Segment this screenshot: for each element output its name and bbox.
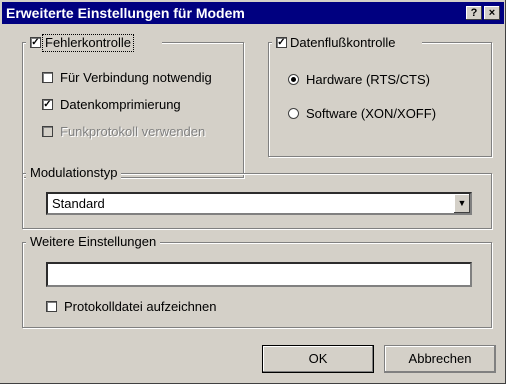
fehlerkontrolle-label: Fehlerkontrolle [42,34,134,52]
datenflusskontrolle-label: Datenflußkontrolle [290,35,396,50]
funkprotokoll-checkbox: Funkprotokoll verwenden [42,124,242,140]
fehlerkontrolle-check-icon[interactable]: ✓ [30,37,41,48]
datenkomprimierung-label: Datenkomprimierung [60,97,181,112]
protokolldatei-label: Protokolldatei aufzeichnen [64,299,217,314]
hardware-radio[interactable]: Hardware (RTS/CTS) [288,72,478,88]
modulationstyp-value: Standard [52,196,105,211]
hardware-label: Hardware (RTS/CTS) [306,72,431,87]
modulationstyp-label: Modulationstyp [26,165,122,181]
datenflusskontrolle-group [268,42,492,157]
cancel-button[interactable]: Abbrechen [384,345,496,373]
datenkomprimierung-checkbox[interactable]: ✓ Datenkomprimierung [42,97,242,113]
modulationstyp-select[interactable]: Standard ▼ [46,192,472,215]
fuer-verbindung-notwendig-checkbox[interactable]: Für Verbindung notwendig [42,70,242,86]
close-button[interactable]: × [484,6,500,20]
help-button[interactable]: ? [466,6,482,20]
datenfluss-check-icon[interactable]: ✓ [276,37,287,48]
title-bar[interactable]: Erweiterte Einstellungen für Modem ? × [2,2,504,24]
weitere-einstellungen-label: Weitere Einstellungen [26,234,161,250]
datenflusskontrolle-checkbox[interactable]: ✓ Datenflußkontrolle [272,35,422,51]
check-icon[interactable]: ✓ [42,99,53,110]
window-title: Erweiterte Einstellungen für Modem [6,5,245,21]
radio-unselected-icon[interactable] [288,108,299,119]
weitere-einstellungen-input[interactable] [46,262,472,287]
radio-selected-icon[interactable] [288,74,299,85]
disabled-box-icon [42,126,53,137]
software-label: Software (XON/XOFF) [306,106,437,121]
dropdown-arrow-icon[interactable]: ▼ [454,194,470,213]
software-radio[interactable]: Software (XON/XOFF) [288,106,478,122]
funkprotokoll-label: Funkprotokoll verwenden [60,124,206,139]
fehlerkontrolle-checkbox[interactable]: ✓ Fehlerkontrolle [26,34,162,52]
unchecked-box-icon[interactable] [46,301,57,312]
protokolldatei-checkbox[interactable]: Protokolldatei aufzeichnen [46,299,266,315]
unchecked-box-icon[interactable] [42,72,53,83]
ok-button[interactable]: OK [262,345,374,373]
modem-settings-dialog: Erweiterte Einstellungen für Modem ? × ✓… [0,0,506,384]
fuer-verbindung-notwendig-label: Für Verbindung notwendig [60,70,212,85]
